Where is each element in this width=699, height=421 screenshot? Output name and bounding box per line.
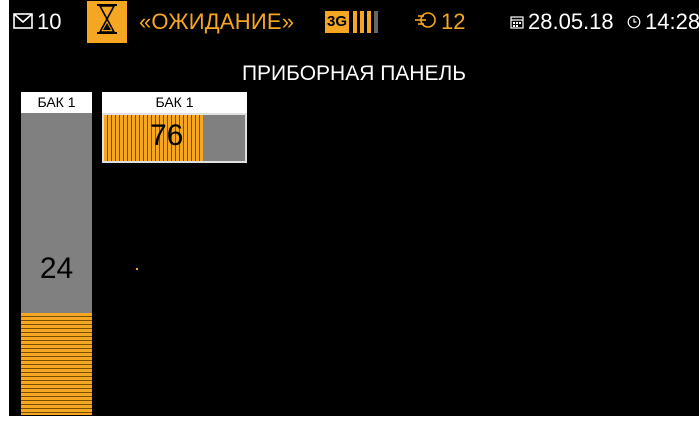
tank-gauge-vertical[interactable]: БАК 1 24 [21,92,92,415]
time-value: 14:28 [645,9,699,34]
waiting-indicator [87,1,127,43]
tank-fill-level [21,313,92,415]
messages-indicator[interactable]: 10 [13,0,61,44]
cursor-dot [136,268,138,270]
status-bar: 10 «ОЖИДАНИЕ» 3G 12 28.05.18 14:28 [9,0,699,44]
tank-gauge-horizontal[interactable]: БАК 1 76 [102,92,247,163]
network-indicator: 3G [325,0,381,44]
satellite-indicator: 12 [415,0,465,44]
date-value: 28.05.18 [528,9,614,34]
tank-label: БАК 1 [21,92,92,113]
tank-empty-level [203,115,245,161]
network-type: 3G [325,11,350,33]
envelope-icon [13,9,37,35]
satellites-count: 12 [441,9,466,34]
signal-bar [353,11,358,33]
signal-bar [374,11,379,33]
tank-value: 76 [150,119,184,152]
time-display: 14:28 [627,0,699,44]
hourglass-icon [96,3,118,41]
messages-count: 10 [37,9,62,34]
tank-value: 24 [39,252,74,285]
signal-bar [367,11,372,33]
page-title: ПРИБОРНАЯ ПАНЕЛЬ [241,62,467,85]
dashboard-screen: 10 «ОЖИДАНИЕ» 3G 12 28.05.18 14:28 ПРИБО… [9,0,699,416]
date-display: 28.05.18 [510,0,614,44]
signal-bar [360,11,365,33]
calendar-icon [510,9,528,35]
tank-label: БАК 1 [102,92,247,113]
satellite-icon [415,9,441,35]
mode-status: «ОЖИДАНИЕ» [139,9,295,34]
clock-icon [627,9,645,35]
